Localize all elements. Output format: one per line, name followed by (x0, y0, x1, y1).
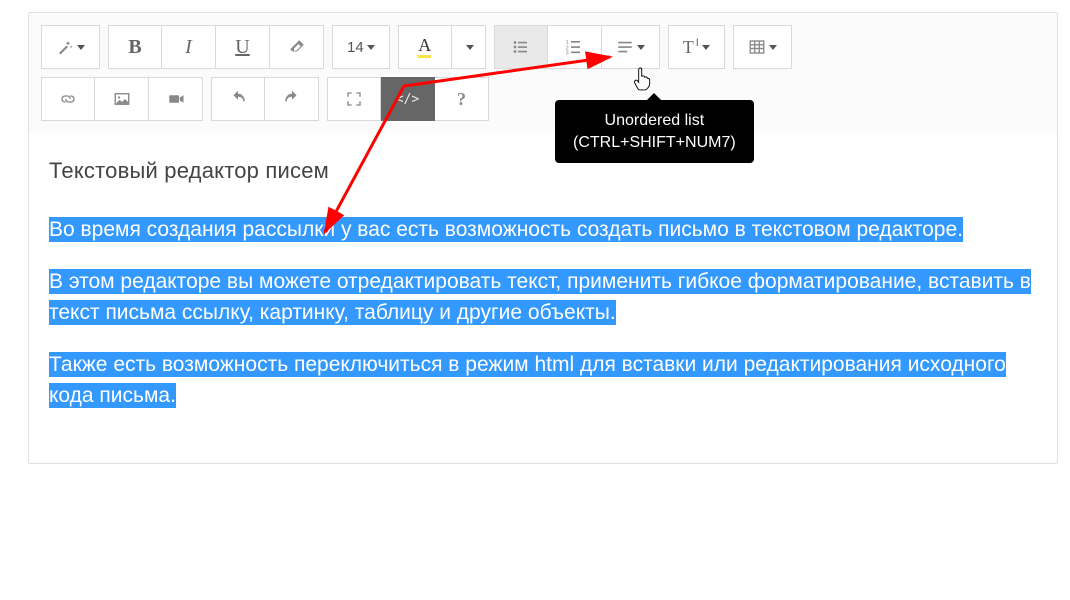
video-button[interactable] (149, 77, 203, 121)
link-button[interactable] (41, 77, 95, 121)
underline-button[interactable]: U (216, 25, 270, 69)
textstyle-group: T I (668, 25, 725, 69)
ordered-list-icon: 1 2 3 (565, 38, 583, 56)
forecolor-label: A (418, 36, 431, 58)
caret-icon (77, 45, 85, 50)
italic-label: I (185, 36, 192, 59)
table-group (733, 25, 792, 69)
unordered-list-button[interactable] (494, 25, 548, 69)
editor-content[interactable]: Текстовый редактор писем Во время создан… (29, 133, 1057, 463)
codeview-label: </> (396, 92, 419, 107)
caret-icon (367, 45, 375, 50)
textstyle-label: T (683, 37, 694, 58)
list-group: 1 2 3 (494, 25, 660, 69)
magic-group (41, 25, 100, 69)
content-paragraph-3: Также есть возможность переключиться в р… (49, 350, 1037, 411)
forecolor-button[interactable]: A (398, 25, 452, 69)
picture-icon (113, 90, 131, 108)
toolbar-row-2: </> ? (41, 77, 1045, 121)
paragraph-button[interactable] (602, 25, 660, 69)
textstyle-button[interactable]: T I (668, 25, 725, 69)
magic-button[interactable] (41, 25, 100, 69)
font-style-group: B I U (108, 25, 324, 69)
fontsize-label: 14 (347, 39, 364, 56)
content-paragraph-2: В этом редакторе вы можете отредактирова… (49, 267, 1037, 328)
tooltip-line2: (CTRL+SHIFT+NUM7) (573, 132, 736, 154)
fullscreen-button[interactable] (327, 77, 381, 121)
editor-panel: B I U 14 (28, 12, 1058, 464)
content-heading: Текстовый редактор писем (49, 155, 1037, 187)
insert-group (41, 77, 203, 121)
toolbar: B I U 14 (29, 13, 1057, 133)
caret-icon (637, 45, 645, 50)
table-button[interactable] (733, 25, 792, 69)
redo-icon (283, 90, 301, 108)
history-group (211, 77, 319, 121)
tooltip-line1: Unordered list (573, 110, 736, 132)
toolbar-row-1: B I U 14 (41, 25, 1045, 69)
table-icon (748, 38, 766, 56)
help-label: ? (457, 89, 466, 110)
italic-button[interactable]: I (162, 25, 216, 69)
align-icon (616, 38, 634, 56)
view-group: </> ? (327, 77, 489, 121)
redo-button[interactable] (265, 77, 319, 121)
eraser-icon (288, 38, 306, 56)
eraser-button[interactable] (270, 25, 324, 69)
codeview-button[interactable]: </> (381, 77, 435, 121)
ordered-list-button[interactable]: 1 2 3 (548, 25, 602, 69)
color-group: A (398, 25, 486, 69)
fullscreen-icon (345, 90, 363, 108)
caret-icon (702, 45, 710, 50)
tooltip: Unordered list (CTRL+SHIFT+NUM7) (555, 100, 754, 163)
unordered-list-icon (512, 38, 530, 56)
forecolor-dropdown[interactable] (452, 25, 486, 69)
content-paragraph-1: Во время создания рассылки у вас есть во… (49, 215, 1037, 245)
picture-button[interactable] (95, 77, 149, 121)
bold-label: B (128, 36, 141, 59)
fontsize-group: 14 (332, 25, 390, 69)
caret-icon (466, 45, 474, 50)
link-icon (59, 90, 77, 108)
svg-text:3: 3 (566, 51, 569, 57)
caret-icon (769, 45, 777, 50)
underline-label: U (235, 36, 249, 59)
editor-wrapper: B I U 14 (0, 0, 1070, 476)
undo-icon (229, 90, 247, 108)
help-button[interactable]: ? (435, 77, 489, 121)
bold-button[interactable]: B (108, 25, 162, 69)
video-icon (167, 90, 185, 108)
fontsize-button[interactable]: 14 (332, 25, 390, 69)
magic-wand-icon (56, 38, 74, 56)
undo-button[interactable] (211, 77, 265, 121)
